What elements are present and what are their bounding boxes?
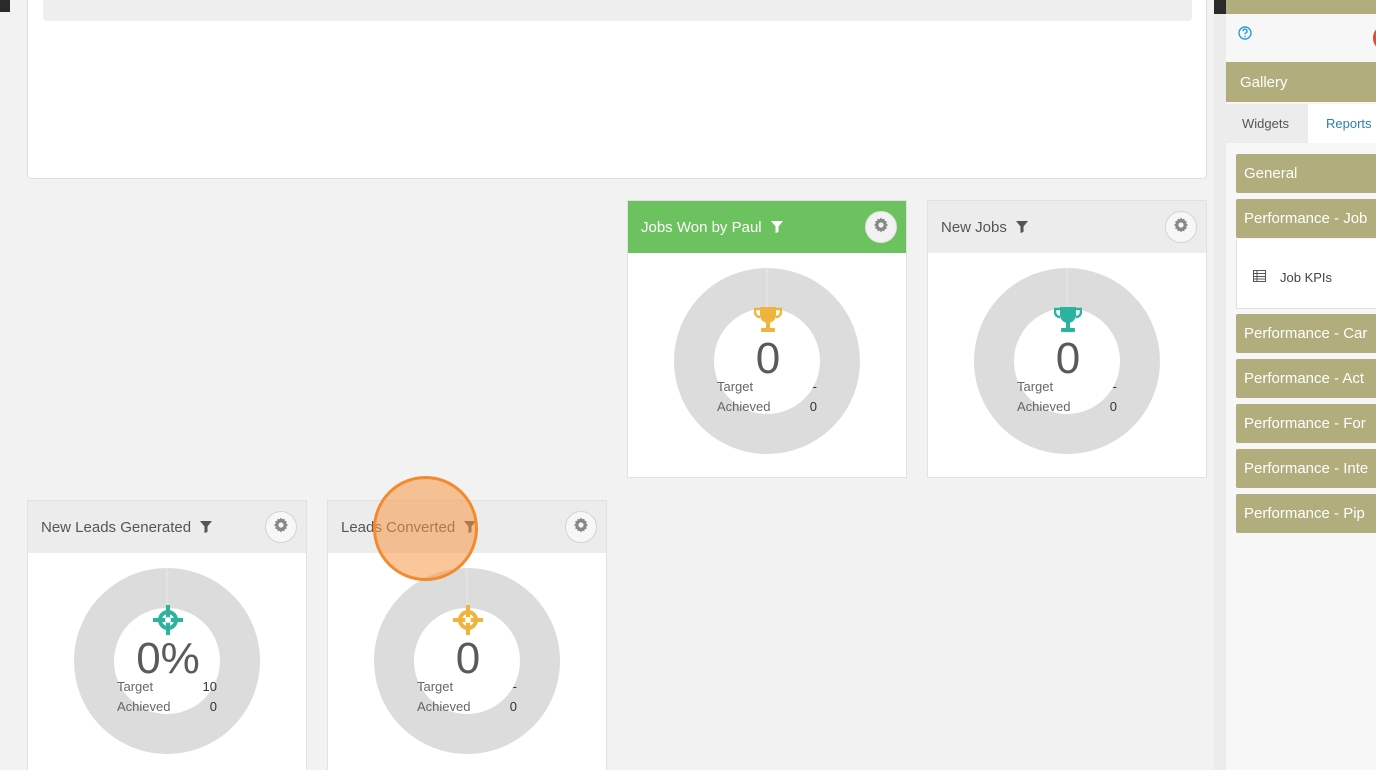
dashboard-app: Jobs Won by Paul 0 Target - Achieved 0 N… (0, 0, 1376, 770)
kpi-achieved-row: Achieved 0 (717, 399, 817, 414)
achieved-label: Achieved (117, 699, 171, 714)
kpi-target-row: Target - (717, 379, 817, 394)
section-performance-pip[interactable]: Performance - Pip (1236, 494, 1376, 533)
kpi-value: 0 (1055, 334, 1081, 383)
gallery-item-label: Job KPIs (1280, 270, 1333, 285)
kpi-value: 0 (455, 634, 481, 683)
kpi-achieved-row: Achieved 0 (117, 699, 217, 714)
kpi-donut: 0 Target - Achieved 0 (328, 553, 608, 770)
kpi-donut: 0 Target - Achieved 0 (928, 253, 1208, 479)
kpi-achieved-row: Achieved 0 (1017, 399, 1117, 414)
gear-icon (1173, 217, 1189, 237)
achieved-value: 0 (209, 699, 217, 714)
table-icon (1253, 270, 1266, 285)
gallery-tabs: Widgets Reports (1226, 104, 1376, 143)
gear-icon (273, 517, 289, 537)
achieved-value: 0 (509, 699, 517, 714)
widget-settings-button[interactable] (1165, 211, 1197, 243)
section-performance-car[interactable]: Performance - Car (1236, 314, 1376, 353)
target-value: - (812, 379, 817, 394)
tab-reports[interactable]: Reports (1308, 104, 1376, 143)
achieved-value: 0 (809, 399, 817, 414)
target-label: Target (417, 679, 454, 694)
target-value: - (1112, 379, 1117, 394)
widget-header[interactable]: New Leads Generated (28, 501, 306, 553)
kpi-target-row: Target 10 (117, 679, 217, 694)
kpi-widget-new-jobs[interactable]: New Jobs 0 Target - Achieved 0 (927, 200, 1207, 478)
widget-header[interactable]: Leads Converted (328, 501, 606, 553)
achieved-value: 0 (1109, 399, 1117, 414)
widget-header[interactable]: Jobs Won by Paul (628, 201, 906, 253)
achieved-label: Achieved (717, 399, 771, 414)
panel-gap (1214, 0, 1226, 770)
gallery-title: Gallery (1226, 62, 1376, 102)
target-value: - (512, 679, 517, 694)
target-label: Target (1017, 379, 1054, 394)
widget-title: Jobs Won by Paul (641, 218, 762, 236)
kpi-target-row: Target - (417, 679, 517, 694)
achieved-label: Achieved (1017, 399, 1071, 414)
filter-icon[interactable] (1015, 221, 1028, 233)
kpi-widget-jobs-won[interactable]: Jobs Won by Paul 0 Target - Achieved 0 (627, 200, 907, 478)
help-icon[interactable] (1238, 25, 1252, 44)
section-general[interactable]: General (1236, 154, 1376, 193)
section-performance-for[interactable]: Performance - For (1236, 404, 1376, 443)
widget-title: Leads Converted (341, 518, 456, 536)
left-edge (0, 0, 10, 770)
sidebar-top-bar (1226, 0, 1376, 14)
widget-header[interactable]: New Jobs (928, 201, 1206, 253)
gallery-item-job-kpis[interactable]: Job KPIs (1253, 270, 1332, 285)
section-performance-act[interactable]: Performance - Act (1236, 359, 1376, 398)
gallery-sidebar: Gallery Widgets Reports General Performa… (1226, 0, 1376, 770)
filter-icon[interactable] (200, 521, 213, 533)
kpi-achieved-row: Achieved 0 (417, 699, 517, 714)
section-performance-inte[interactable]: Performance - Inte (1236, 449, 1376, 488)
widget-settings-button[interactable] (865, 211, 897, 243)
dashboard-canvas: Jobs Won by Paul 0 Target - Achieved 0 N… (10, 0, 1214, 770)
kpi-donut: 0% Target 10 Achieved 0 (28, 553, 308, 770)
section-performance-job-content: Job KPIs (1236, 239, 1376, 309)
achieved-label: Achieved (417, 699, 471, 714)
target-label: Target (717, 379, 754, 394)
filter-icon[interactable] (770, 221, 783, 233)
widget-settings-button[interactable] (265, 511, 297, 543)
gear-icon (873, 217, 889, 237)
gear-icon (573, 517, 589, 537)
widget-settings-button[interactable] (565, 511, 597, 543)
kpi-value: 0 (755, 334, 781, 383)
widget-title: New Leads Generated (41, 518, 192, 536)
section-performance-job[interactable]: Performance - Job (1236, 199, 1376, 238)
widget-title: New Jobs (941, 218, 1007, 236)
kpi-target-row: Target - (1017, 379, 1117, 394)
kpi-widget-leads-converted[interactable]: Leads Converted 0 Target - Achieved 0 (327, 500, 607, 770)
target-value: 10 (202, 679, 217, 694)
kpi-value: 0% (136, 634, 200, 683)
target-label: Target (117, 679, 154, 694)
top-widget-panel (27, 0, 1207, 179)
tab-widgets[interactable]: Widgets (1226, 104, 1308, 143)
filter-icon[interactable] (464, 521, 477, 533)
top-panel-bar (43, 0, 1192, 21)
kpi-widget-new-leads[interactable]: New Leads Generated 0% Target 10 Achieve… (27, 500, 307, 770)
kpi-donut: 0 Target - Achieved 0 (628, 253, 908, 479)
